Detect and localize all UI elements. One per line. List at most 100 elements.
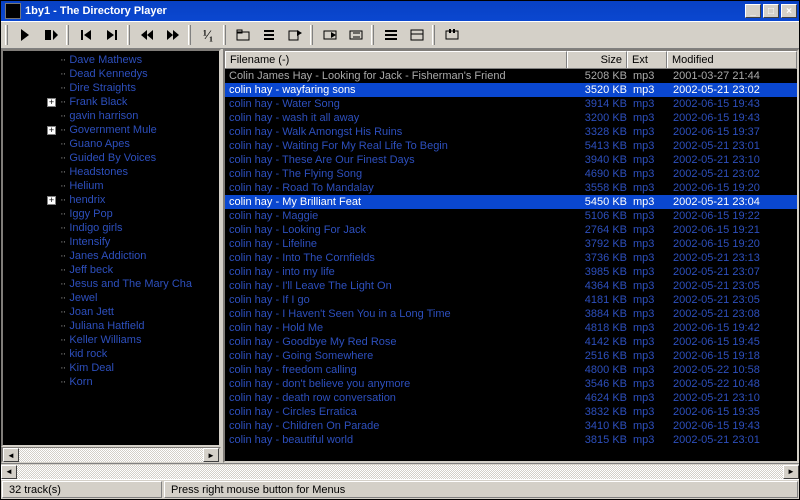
tree-item[interactable]: ··Dead Kennedys xyxy=(11,67,219,81)
col-modified[interactable]: Modified xyxy=(667,51,797,68)
next-button[interactable] xyxy=(101,24,123,46)
tree-item[interactable]: ··kid rock xyxy=(11,347,219,361)
toolbar-grip[interactable] xyxy=(188,25,191,45)
tree-item-label: Headstones xyxy=(69,166,128,178)
file-row[interactable]: colin hay - The Flying Song4690 KBmp3200… xyxy=(225,167,797,181)
open-button[interactable] xyxy=(232,24,254,46)
col-size[interactable]: Size xyxy=(567,51,627,68)
tree-item[interactable]: +··hendrix xyxy=(11,193,219,207)
file-row[interactable]: colin hay - Waiting For My Real Life To … xyxy=(225,139,797,153)
file-row[interactable]: colin hay - Water Song3914 KBmp32002-06-… xyxy=(225,97,797,111)
file-row[interactable]: colin hay - Lifeline3792 KBmp32002-06-15… xyxy=(225,237,797,251)
toolbar-grip[interactable] xyxy=(127,25,130,45)
file-row[interactable]: colin hay - Going Somewhere2516 KBmp3200… xyxy=(225,349,797,363)
maximize-button[interactable]: □ xyxy=(763,4,779,18)
file-row[interactable]: colin hay - Hold Me4818 KBmp32002-06-15 … xyxy=(225,321,797,335)
tree-item[interactable]: ··Jeff beck xyxy=(11,263,219,277)
file-row[interactable]: colin hay - Looking For Jack2764 KBmp320… xyxy=(225,223,797,237)
prev-button[interactable] xyxy=(75,24,97,46)
file-row[interactable]: colin hay - beautiful world3815 KBmp3200… xyxy=(225,433,797,447)
file-row[interactable]: colin hay - I'll Leave The Light On4364 … xyxy=(225,279,797,293)
file-row[interactable]: colin hay - freedom calling4800 KBmp3200… xyxy=(225,363,797,377)
file-row[interactable]: Colin James Hay - Looking for Jack - Fis… xyxy=(225,69,797,83)
expand-icon[interactable]: + xyxy=(47,126,56,135)
expand-icon[interactable]: + xyxy=(47,98,56,107)
tree-item[interactable]: ··Joan Jett xyxy=(11,305,219,319)
tree-item[interactable]: ··Keller Williams xyxy=(11,333,219,347)
tree-item[interactable]: ··Dave Mathews xyxy=(11,53,219,67)
tree-item[interactable]: ··Guided By Voices xyxy=(11,151,219,165)
column-header[interactable]: Filename (-) Size Ext Modified xyxy=(225,51,797,69)
minimize-button[interactable]: _ xyxy=(745,4,761,18)
view-b-button[interactable] xyxy=(406,24,428,46)
file-row[interactable]: colin hay - death row conversation4624 K… xyxy=(225,391,797,405)
toolbar-grip[interactable] xyxy=(432,25,435,45)
file-row[interactable]: colin hay - My Brilliant Feat5450 KBmp32… xyxy=(225,195,797,209)
file-row[interactable]: colin hay - wayfaring sons3520 KBmp32002… xyxy=(225,83,797,97)
tree-hscroll[interactable]: ◄ ► xyxy=(1,447,221,463)
tree-item-label: Jewel xyxy=(69,292,97,304)
tree-item[interactable]: ··Headstones xyxy=(11,165,219,179)
tree-item[interactable]: ··Dire Straights xyxy=(11,81,219,95)
file-list[interactable]: Colin James Hay - Looking for Jack - Fis… xyxy=(225,69,797,461)
tree-item[interactable]: ··Intensify xyxy=(11,235,219,249)
file-row[interactable]: colin hay - Walk Amongst His Ruins3328 K… xyxy=(225,125,797,139)
toolbar-grip[interactable] xyxy=(310,25,313,45)
numbers-button[interactable]: ¹⁄₁ xyxy=(197,24,219,46)
col-ext[interactable]: Ext xyxy=(627,51,667,68)
tree-item[interactable]: ··Korn xyxy=(11,375,219,389)
tree-item[interactable]: ··Iggy Pop xyxy=(11,207,219,221)
file-row[interactable]: colin hay - I Haven't Seen You in a Long… xyxy=(225,307,797,321)
file-row[interactable]: colin hay - don't believe you anymore354… xyxy=(225,377,797,391)
scroll-track[interactable] xyxy=(17,465,783,479)
tree-item[interactable]: +··Frank Black xyxy=(11,95,219,109)
file-row[interactable]: colin hay - Maggie5106 KBmp32002-06-15 1… xyxy=(225,209,797,223)
file-row[interactable]: colin hay - Children On Parade3410 KBmp3… xyxy=(225,419,797,433)
expand-icon[interactable]: + xyxy=(47,196,56,205)
tree-item[interactable]: ··Juliana Hatfield xyxy=(11,319,219,333)
toolbar-grip[interactable] xyxy=(66,25,69,45)
file-row[interactable]: colin hay - If I go4181 KBmp32002-05-21 … xyxy=(225,293,797,307)
tree-item[interactable]: ··Indigo girls xyxy=(11,221,219,235)
settings-button[interactable] xyxy=(441,24,463,46)
scroll-right-button[interactable]: ► xyxy=(203,448,219,462)
titlebar[interactable]: 1by1 - The Directory Player _ □ × xyxy=(1,1,799,21)
tree-item[interactable]: ··Jewel xyxy=(11,291,219,305)
file-row[interactable]: colin hay - into my life3985 KBmp32002-0… xyxy=(225,265,797,279)
close-button[interactable]: × xyxy=(781,4,797,18)
toolbar-grip[interactable] xyxy=(5,25,8,45)
main-hscroll[interactable]: ◄ ► xyxy=(1,463,799,479)
stop-pause-button[interactable] xyxy=(40,24,62,46)
file-row[interactable]: colin hay - Road To Mandalay3558 KBmp320… xyxy=(225,181,797,195)
scroll-track[interactable] xyxy=(19,448,203,462)
scroll-left-button[interactable]: ◄ xyxy=(3,448,19,462)
toolbar-grip[interactable] xyxy=(223,25,226,45)
app-icon xyxy=(5,3,21,19)
file-row[interactable]: colin hay - wash it all away3200 KBmp320… xyxy=(225,111,797,125)
file-row[interactable]: colin hay - Into The Cornfields3736 KBmp… xyxy=(225,251,797,265)
forward-button[interactable] xyxy=(162,24,184,46)
scroll-left-button[interactable]: ◄ xyxy=(1,465,17,479)
tree-item[interactable]: ··Janes Addiction xyxy=(11,249,219,263)
rewind-button[interactable] xyxy=(136,24,158,46)
tree-item[interactable]: ··Guano Apes xyxy=(11,137,219,151)
mode-a-button[interactable] xyxy=(319,24,341,46)
file-row[interactable]: colin hay - These Are Our Finest Days394… xyxy=(225,153,797,167)
tree-item[interactable]: +··Government Mule xyxy=(11,123,219,137)
folder-tree[interactable]: ··Dave Mathews··Dead Kennedys··Dire Stra… xyxy=(1,49,221,447)
toolbar-grip[interactable] xyxy=(371,25,374,45)
scroll-right-button[interactable]: ► xyxy=(783,465,799,479)
file-row[interactable]: colin hay - Goodbye My Red Rose4142 KBmp… xyxy=(225,335,797,349)
view-a-button[interactable] xyxy=(380,24,402,46)
add-button[interactable] xyxy=(284,24,306,46)
tree-item[interactable]: ··Kim Deal xyxy=(11,361,219,375)
playlist-button[interactable] xyxy=(258,24,280,46)
tree-item[interactable]: ··Jesus and The Mary Cha xyxy=(11,277,219,291)
tree-item[interactable]: ··gavin harrison xyxy=(11,109,219,123)
col-filename[interactable]: Filename (-) xyxy=(225,51,567,68)
tree-pane: ··Dave Mathews··Dead Kennedys··Dire Stra… xyxy=(1,49,223,463)
mode-b-button[interactable] xyxy=(345,24,367,46)
play-button[interactable] xyxy=(14,24,36,46)
tree-item[interactable]: ··Helium xyxy=(11,179,219,193)
file-row[interactable]: colin hay - Circles Erratica3832 KBmp320… xyxy=(225,405,797,419)
